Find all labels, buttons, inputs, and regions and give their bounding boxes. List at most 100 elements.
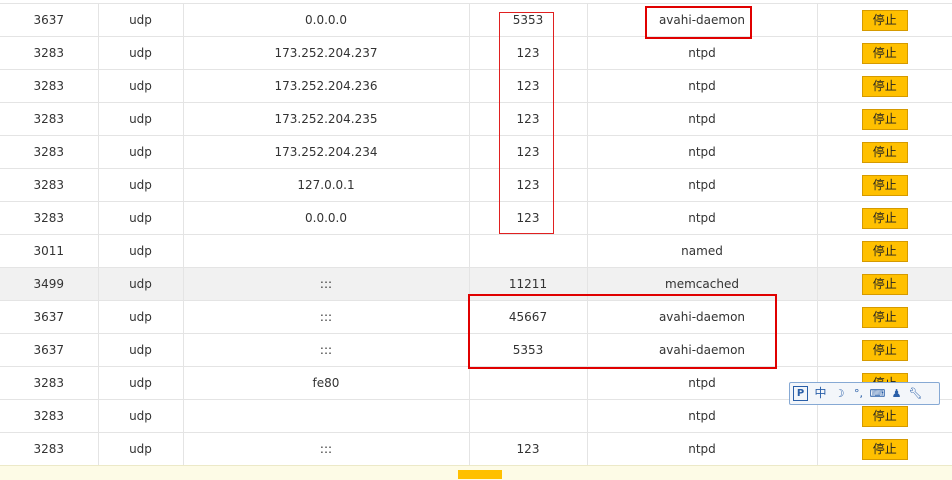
pid-cell: 3283 (0, 36, 99, 70)
ip-cell: 173.252.204.235 (183, 102, 470, 136)
port-cell: 123 (469, 69, 588, 103)
stop-button[interactable]: 停止 (861, 9, 908, 31)
pid-cell: 3283 (0, 102, 99, 136)
protocol-cell: udp (98, 135, 184, 169)
port-cell: 11211 (469, 267, 588, 301)
ip-cell: ::: (183, 300, 470, 334)
pid-cell: 3283 (0, 135, 99, 169)
table-row: 3637 udp 0.0.0.0 5353 avahi-daemon 停止 (0, 4, 952, 37)
protocol-cell: udp (98, 267, 184, 301)
protocol-cell: udp (98, 399, 184, 433)
chinese-mode-icon[interactable]: 中 (812, 385, 829, 402)
port-cell: 123 (469, 201, 588, 235)
table-row: 3283 udp 173.252.204.235 123 ntpd 停止 (0, 102, 952, 136)
protocol-cell: udp (98, 201, 184, 235)
stop-button[interactable]: 停止 (861, 141, 908, 163)
pid-cell: 3283 (0, 366, 99, 400)
protocol-cell: udp (98, 333, 184, 367)
port-cell: 45667 (469, 300, 588, 334)
process-name-cell: ntpd (587, 366, 818, 400)
ip-cell (183, 399, 470, 433)
keyboard-icon[interactable]: ⌨ (869, 385, 886, 402)
pid-cell: 3637 (0, 300, 99, 334)
port-cell: 123 (469, 36, 588, 70)
port-cell: 123 (469, 168, 588, 202)
process-name-cell: memcached (587, 267, 818, 301)
stop-button[interactable]: 停止 (861, 405, 908, 427)
process-name-cell: ntpd (587, 432, 818, 466)
protocol-cell: udp (98, 36, 184, 70)
protocol-cell: udp (98, 366, 184, 400)
moon-icon[interactable]: ☽ (831, 385, 848, 402)
ip-cell: 0.0.0.0 (183, 201, 470, 235)
table-row: 3283 udp 173.252.204.237 123 ntpd 停止 (0, 36, 952, 70)
stop-button[interactable]: 停止 (861, 240, 908, 262)
process-name-cell: avahi-daemon (587, 300, 818, 334)
action-cell: 停止 (817, 267, 952, 301)
action-cell: 停止 (817, 4, 952, 37)
pid-cell: 3283 (0, 168, 99, 202)
protocol-cell: udp (98, 432, 184, 466)
stop-button[interactable]: 停止 (861, 273, 908, 295)
protocol-cell: udp (98, 69, 184, 103)
action-cell: 停止 (817, 168, 952, 202)
stop-button[interactable]: 停止 (861, 207, 908, 229)
pid-cell: 3283 (0, 201, 99, 235)
process-name-cell: ntpd (587, 168, 818, 202)
wrench-icon[interactable]: 🔧︎ (907, 385, 924, 402)
port-cell: 5353 (469, 333, 588, 367)
table-row: 3637 udp::: 5353 avahi-daemon 停止 (0, 333, 952, 367)
ime-toolbar[interactable]: P 中 ☽ °, ⌨ ♟ 🔧︎ (789, 382, 940, 405)
stop-button[interactable]: 停止 (861, 339, 908, 361)
port-cell: 123 (469, 135, 588, 169)
pid-cell: 3499 (0, 267, 99, 301)
pid-cell: 3011 (0, 234, 99, 268)
action-cell: 停止 (817, 333, 952, 367)
port-cell: 5353 (469, 4, 588, 37)
process-name-cell: ntpd (587, 36, 818, 70)
pid-cell: 3283 (0, 399, 99, 433)
ip-cell: 173.252.204.236 (183, 69, 470, 103)
ip-cell: fe80 (183, 366, 470, 400)
port-cell (469, 399, 588, 433)
process-name-cell: ntpd (587, 135, 818, 169)
stop-button[interactable]: 停止 (861, 306, 908, 328)
protocol-cell: udp (98, 300, 184, 334)
port-cell: 123 (469, 432, 588, 466)
punctuation-icon[interactable]: °, (850, 385, 867, 402)
pid-cell: 3283 (0, 69, 99, 103)
port-cell: 123 (469, 102, 588, 136)
protocol-cell: udp (98, 4, 184, 37)
protocol-cell: udp (98, 234, 184, 268)
table-row: 3283 udp 0.0.0.0 123 ntpd 停止 (0, 201, 952, 235)
ip-cell: 127.0.0.1 (183, 168, 470, 202)
pid-cell: 3283 (0, 432, 99, 466)
table-row: 3283 udp 173.252.204.234 123 ntpd 停止 (0, 135, 952, 169)
action-cell: 停止 (817, 69, 952, 103)
stop-button[interactable]: 停止 (861, 75, 908, 97)
ip-cell: ::: (183, 432, 470, 466)
pager-tab[interactable] (458, 470, 502, 479)
action-cell: 停止 (817, 36, 952, 70)
action-cell: 停止 (817, 102, 952, 136)
stop-button[interactable]: 停止 (861, 108, 908, 130)
ip-cell: 173.252.204.237 (183, 36, 470, 70)
ime-p-icon[interactable]: P (793, 386, 808, 401)
stop-button[interactable]: 停止 (861, 174, 908, 196)
table-row: 3499 udp::: 11211 memcached 停止 (0, 267, 952, 301)
ip-cell: ::: (183, 333, 470, 367)
user-icon[interactable]: ♟ (888, 385, 905, 402)
table-row: 3283 udp::: 123 ntpd 停止 (0, 432, 952, 466)
port-cell (469, 366, 588, 400)
stop-button[interactable]: 停止 (861, 42, 908, 64)
table-row: 3637 udp::: 45667 avahi-daemon 停止 (0, 300, 952, 334)
ip-cell: ::: (183, 267, 470, 301)
process-name-cell: ntpd (587, 399, 818, 433)
table-row: 3283 udp 127.0.0.1 123 ntpd 停止 (0, 168, 952, 202)
ip-cell: 173.252.204.234 (183, 135, 470, 169)
action-cell: 停止 (817, 432, 952, 466)
stop-button[interactable]: 停止 (861, 438, 908, 460)
protocol-cell: udp (98, 168, 184, 202)
process-name-cell: ntpd (587, 102, 818, 136)
table-row: 3011 udp named 停止 (0, 234, 952, 268)
